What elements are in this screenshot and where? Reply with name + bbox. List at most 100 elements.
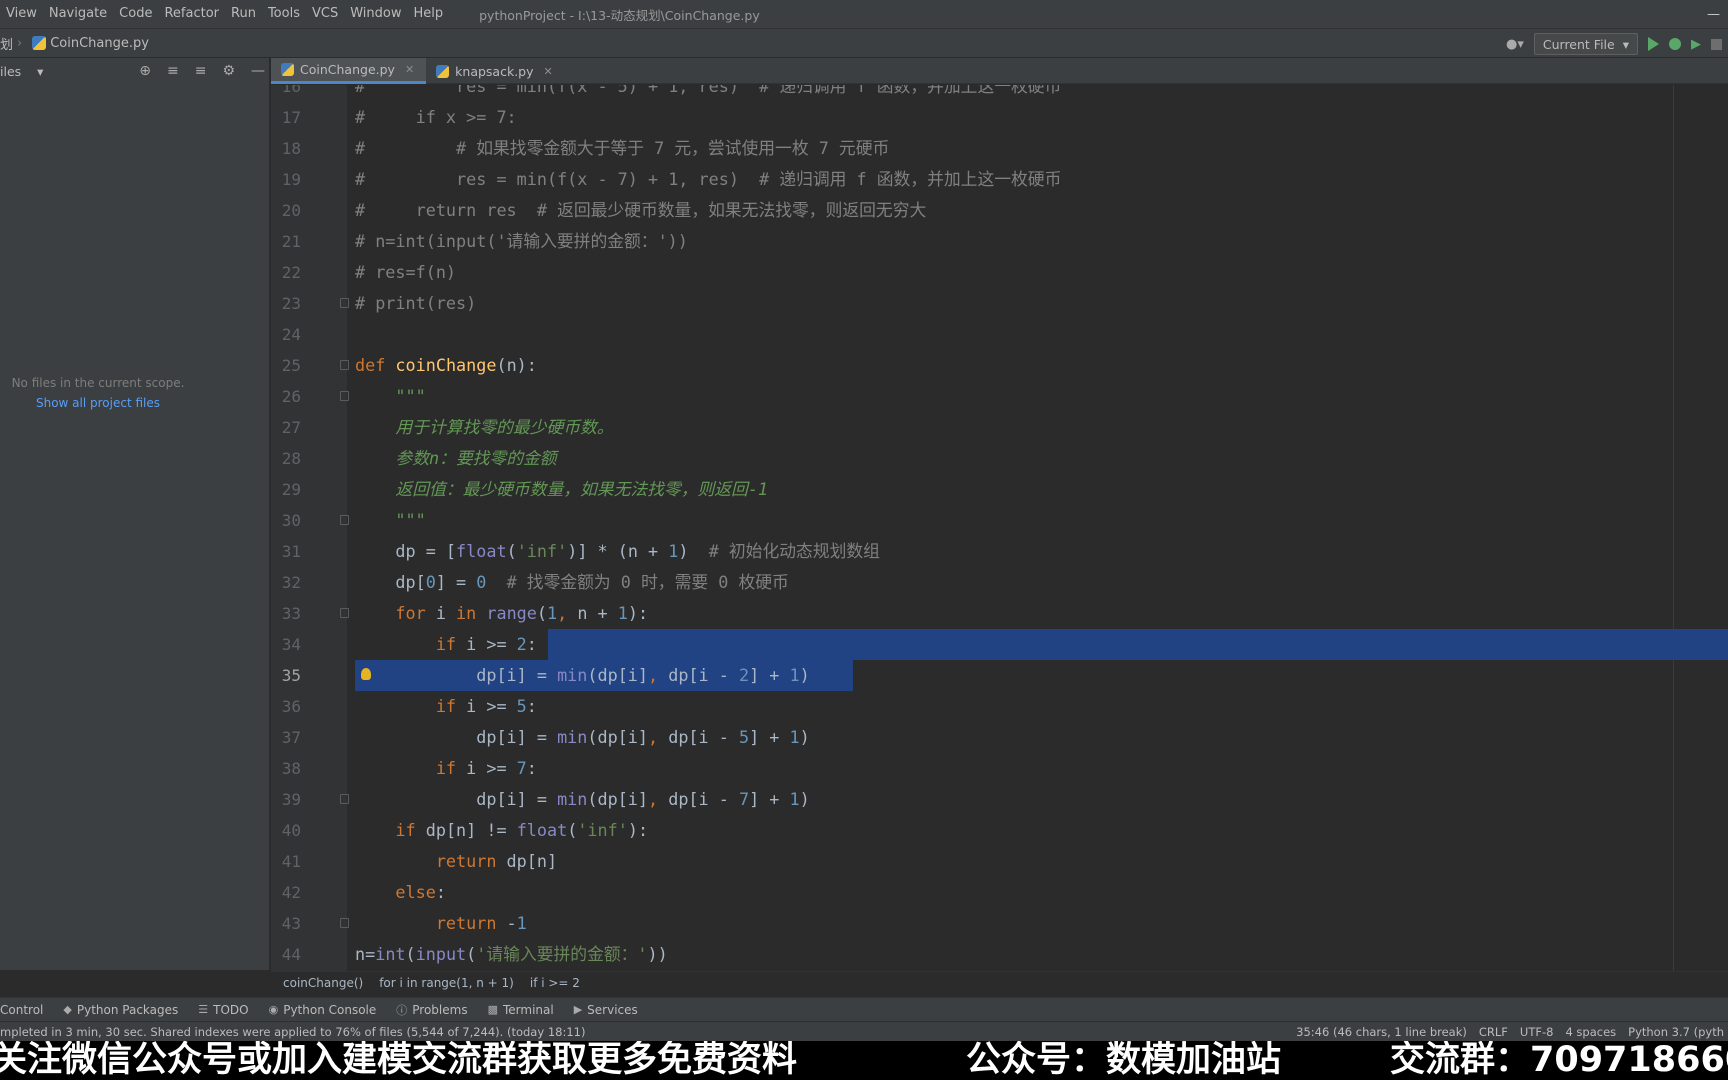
status-message[interactable]: mpleted in 3 min, 30 sec. Shared indexes… [0, 1025, 585, 1039]
editor-tabs: CoinChange.py ✕ knapsack.py ✕ [271, 58, 1728, 84]
breadcrumb-folder[interactable]: 划 [0, 34, 13, 53]
tool-window-services[interactable]: ▶ Services [574, 1003, 638, 1017]
code-line[interactable]: 38 if i >= 7: [271, 753, 1728, 784]
code-line[interactable]: 24 [271, 319, 1728, 350]
code-line[interactable]: 36 if i >= 5: [271, 691, 1728, 722]
tool-window-control[interactable]: Control [0, 1003, 43, 1017]
code-line[interactable]: 33 for i in range(1, n + 1): [271, 598, 1728, 629]
fold-marker-icon[interactable] [340, 918, 349, 928]
coverage-icon[interactable]: ▶ [1691, 37, 1701, 52]
code-line[interactable]: 37 dp[i] = min(dp[i], dp[i - 5] + 1) [271, 722, 1728, 753]
close-icon[interactable]: ✕ [405, 63, 414, 76]
code-line[interactable]: 43 return -1 [271, 908, 1728, 939]
code-line[interactable]: 23 # print(res) [271, 288, 1728, 319]
window-controls: — [1707, 0, 1720, 28]
code-line[interactable]: 40 if dp[n] != float('inf'): [271, 815, 1728, 846]
breadcrumb-if[interactable]: if i >= 2 [530, 976, 580, 990]
menu-window[interactable]: Window [344, 0, 407, 28]
hide-icon[interactable]: — [251, 63, 265, 79]
tool-window-problems[interactable]: ⓘ Problems [396, 1002, 467, 1018]
code-line[interactable]: 22 # res=f(n) [271, 257, 1728, 288]
menu-navigate[interactable]: Navigate [43, 0, 113, 28]
debug-icon[interactable] [1669, 38, 1681, 50]
file-encoding[interactable]: UTF-8 [1520, 1025, 1554, 1039]
chevron-down-icon[interactable]: ▾ [37, 64, 43, 79]
project-header: iles ▾ ⊕ ≡ ≡ ⚙ — [0, 58, 269, 84]
code-line[interactable]: 19 # res = min(f(x - 7) + 1, res) # 递归调用 … [271, 164, 1728, 195]
indent-setting[interactable]: 4 spaces [1565, 1025, 1616, 1039]
fold-marker-icon[interactable] [340, 298, 349, 308]
code-line[interactable]: 30 """ [271, 505, 1728, 536]
code-line[interactable]: 35 dp[i] = min(dp[i], dp[i - 2] + 1) [271, 660, 1728, 691]
close-icon[interactable]: ✕ [544, 65, 553, 78]
fold-marker-icon[interactable] [340, 391, 349, 401]
run-icon[interactable] [1648, 37, 1659, 51]
code-line[interactable]: 28 参数n：要找零的金额 [271, 443, 1728, 474]
code-line[interactable]: 44 n=int(input('请输入要拼的金额：')) [271, 939, 1728, 970]
menu-tools[interactable]: Tools [262, 0, 306, 28]
line-number: 42 [281, 883, 301, 902]
line-number: 16 [281, 85, 301, 96]
code-text: dp[0] = 0 # 找零金额为 0 时，需要 0 枚硬币 [355, 572, 789, 592]
menu-run[interactable]: Run [225, 0, 262, 28]
run-toolbar: ●▾ Current File ▾ ▶ [1506, 29, 1728, 59]
code-line[interactable]: 29 返回值：最少硬币数量，如果无法找零，则返回-1 [271, 474, 1728, 505]
tab-coinchange[interactable]: CoinChange.py ✕ [271, 58, 427, 84]
stop-icon[interactable] [1711, 38, 1722, 50]
code-line[interactable]: 26 """ [271, 381, 1728, 412]
tool-window-terminal[interactable]: ▩ Terminal [488, 1003, 554, 1017]
code-text: else: [395, 882, 446, 902]
tab-label: knapsack.py [455, 63, 534, 79]
menu-view[interactable]: View [0, 0, 43, 28]
menu-vcs[interactable]: VCS [306, 0, 344, 28]
code-line[interactable]: 27 用于计算找零的最少硬币数。 [271, 412, 1728, 443]
menu-refactor[interactable]: Refactor [158, 0, 225, 28]
locate-icon[interactable]: ⊕ [139, 63, 151, 79]
line-number: 39 [281, 790, 301, 809]
code-text: if i >= 5: [435, 696, 537, 716]
python-interpreter[interactable]: Python 3.7 (pyth [1628, 1025, 1724, 1039]
line-number: 20 [281, 201, 301, 220]
code-line[interactable]: 20 # return res # 返回最少硬币数量，如果无法找零，则返回无穷大 [271, 195, 1728, 226]
code-line[interactable]: 21 # n=int(input('请输入要拼的金额：')) [271, 226, 1728, 257]
tab-knapsack[interactable]: knapsack.py ✕ [426, 58, 565, 84]
user-icon[interactable]: ●▾ [1506, 37, 1524, 52]
fold-marker-icon[interactable] [340, 794, 349, 804]
tool-window-python-packages[interactable]: ◆ Python Packages [63, 1003, 178, 1017]
code-line[interactable]: 16 # res = min(f(x - 5) + 1, res) # 递归调用 … [271, 85, 1728, 102]
code-line[interactable]: 39 dp[i] = min(dp[i], dp[i - 7] + 1) [271, 784, 1728, 815]
line-number: 22 [281, 263, 301, 282]
code-line[interactable]: 34 if i >= 2: [271, 629, 1728, 660]
code-line[interactable]: 25 def coinChange(n): [271, 350, 1728, 381]
code-line[interactable]: 32 dp[0] = 0 # 找零金额为 0 时，需要 0 枚硬币 [271, 567, 1728, 598]
caret-position[interactable]: 35:46 (46 chars, 1 line break) [1296, 1025, 1467, 1039]
line-number: 18 [281, 139, 301, 158]
code-line[interactable]: 31 dp = [float('inf')] * (n + 1) # 初始化动态… [271, 536, 1728, 567]
breadcrumb-for[interactable]: for i in range(1, n + 1) [379, 976, 514, 990]
menu-code[interactable]: Code [113, 0, 158, 28]
menu-help[interactable]: Help [407, 0, 449, 28]
code-line[interactable]: 17 # if x >= 7: [271, 102, 1728, 133]
show-all-project-files-link[interactable]: Show all project files [0, 396, 196, 410]
code-editor[interactable]: 16 # res = min(f(x - 5) + 1, res) # 递归调用 … [271, 85, 1728, 971]
chevron-down-icon: ▾ [1622, 36, 1629, 52]
code-line[interactable]: 42 else: [271, 877, 1728, 908]
breadcrumb-function[interactable]: coinChange() [283, 976, 363, 990]
line-number: 30 [281, 511, 301, 530]
run-configuration-select[interactable]: Current File ▾ [1533, 33, 1638, 55]
tool-window-todo[interactable]: ☰ TODO [198, 1003, 248, 1017]
fold-marker-icon[interactable] [340, 515, 349, 525]
breadcrumb-file[interactable]: CoinChange.py [50, 36, 149, 51]
tool-window-python-console[interactable]: ◉ Python Console [269, 1003, 377, 1017]
fold-marker-icon[interactable] [340, 608, 349, 618]
line-number: 25 [281, 356, 301, 375]
expand-all-icon[interactable]: ≡ [167, 63, 179, 79]
fold-marker-icon[interactable] [340, 360, 349, 370]
gear-icon[interactable]: ⚙ [222, 63, 235, 79]
project-view-select[interactable]: iles [0, 64, 21, 79]
code-line[interactable]: 18 # # 如果找零金额大于等于 7 元，尝试使用一枚 7 元硬币 [271, 133, 1728, 164]
collapse-all-icon[interactable]: ≡ [195, 63, 207, 79]
code-line[interactable]: 41 return dp[n] [271, 846, 1728, 877]
line-separator[interactable]: CRLF [1479, 1025, 1508, 1039]
minimize-icon[interactable]: — [1707, 7, 1720, 22]
